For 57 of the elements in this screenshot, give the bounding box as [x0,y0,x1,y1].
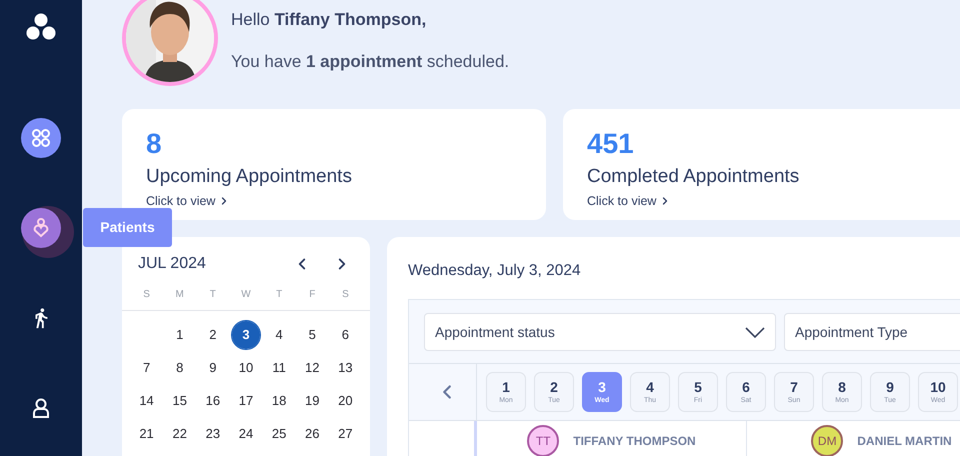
initials-avatar: DM [811,425,844,456]
calendar-day[interactable]: 16 [198,386,227,414]
initials-avatar: TT [527,425,560,456]
month-label: JUL 2024 [138,254,207,274]
calendar-day[interactable]: 23 [198,420,227,448]
calendar-day[interactable]: 18 [265,386,294,414]
calendar-day[interactable]: 27 [331,420,360,448]
calendar-day[interactable]: 3 [232,320,260,348]
calendar-day[interactable]: 17 [232,386,260,414]
calendar-day[interactable]: 14 [132,386,161,414]
calendar-day[interactable]: 25 [265,420,294,448]
calendar-day[interactable]: 11 [265,354,294,382]
calendar-day[interactable]: 24 [232,420,260,448]
person-heart-icon [32,218,50,238]
weekday-label: F [308,288,316,302]
schedule-date: Wednesday, July 3, 2024 [408,261,582,281]
calendar-day[interactable]: 22 [166,420,194,448]
calendar-day[interactable]: 2 [198,320,227,348]
calendar-day[interactable]: 5 [298,320,326,348]
user-icon [32,398,50,418]
view-link[interactable]: Click to view [146,192,230,211]
filter-dropdown[interactable]: Appointment Type [784,313,960,352]
stat-label: Completed Appointments [587,165,800,189]
staff-name: TIFFANY THOMPSON [573,433,696,450]
calendar-day[interactable]: 15 [166,386,194,414]
calendar-day[interactable]: 13 [331,354,360,382]
greeting-text: Hello Tiffany Thompson, [231,9,428,31]
appointment-summary: You have 1 appointment scheduled. [231,50,510,72]
calendar-day[interactable]: 6 [331,320,360,348]
weekday-label: W [240,288,252,302]
chevron-down-icon [745,326,765,338]
calendar-day[interactable]: 12 [298,354,326,382]
calendar-day[interactable]: 20 [331,386,360,414]
weekday-label: S [341,288,350,302]
stat-value: 451 [587,127,635,161]
calendar-day[interactable]: 8 [166,354,194,382]
logo-icon [26,13,56,41]
stat-label: Upcoming Appointments [146,165,353,189]
calendar-day[interactable]: 4 [265,320,294,348]
calendar-day[interactable]: 10 [232,354,260,382]
grid-icon [31,128,51,148]
staff-name: DANIEL MARTIN [857,433,952,450]
calendar-day[interactable]: 26 [298,420,326,448]
weekday-label: M [174,288,185,302]
calendar-day[interactable]: 19 [298,386,326,414]
weekday-label: T [275,288,284,302]
view-link[interactable]: Click to view [587,192,672,211]
tooltip: Patients [83,208,172,247]
weekday-label: S [142,288,151,302]
filter-dropdown[interactable]: Appointment status [424,313,776,352]
weekday-label: T [208,288,217,302]
calendar-day[interactable]: 21 [132,420,161,448]
nav-button[interactable] [21,118,61,158]
calendar-day[interactable]: 7 [132,354,161,382]
stat-value: 8 [146,127,163,161]
calendar-day[interactable]: 1 [166,320,194,348]
calendar-day[interactable]: 9 [198,354,227,382]
